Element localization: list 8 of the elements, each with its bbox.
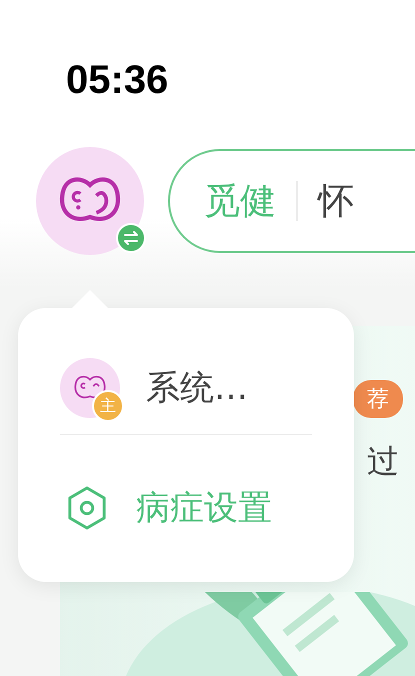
search-field[interactable]: 觅健 怀 (168, 149, 415, 253)
owner-badge: 主 (92, 390, 124, 422)
recommend-tag: 荐 (353, 380, 403, 418)
status-time: 05:36 (66, 58, 168, 102)
settings-icon (66, 485, 108, 531)
menu-item[interactable]: 系统… (146, 365, 248, 411)
search-tab[interactable]: 怀 (318, 176, 354, 226)
card-title: 过 (367, 441, 399, 482)
